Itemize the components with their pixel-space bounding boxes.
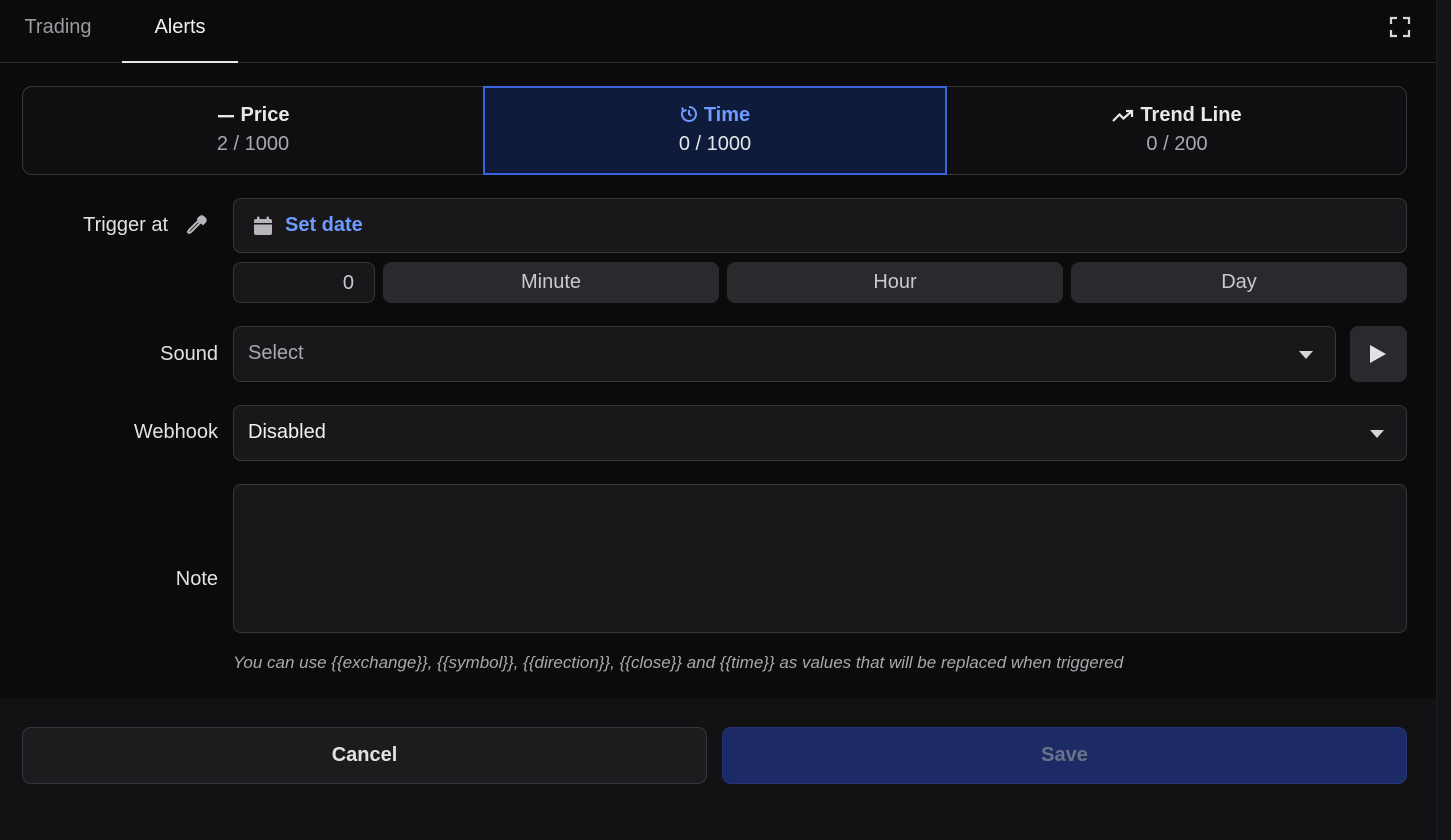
eyedropper-icon[interactable] [185,213,209,237]
sound-label: Sound [160,343,218,365]
cancel-button[interactable]: Cancel [22,727,707,784]
set-date-button[interactable]: Set date [233,198,1407,253]
trending-up-icon [1112,109,1134,122]
alert-type-price-label: Price [240,104,290,126]
alert-type-time-count: 0 / 1000 [678,133,752,155]
play-sound-button[interactable] [1350,326,1407,382]
webhook-label: Webhook [133,421,218,443]
offset-value-input[interactable]: 0 [233,262,375,303]
set-date-label: Set date [285,214,363,236]
alert-type-trend-count: 0 / 200 [1146,133,1208,155]
alert-type-time[interactable]: Time 0 / 1000 [483,86,947,175]
chevron-down-icon [1299,351,1313,359]
webhook-select-value: Disabled [248,421,326,443]
fullscreen-icon[interactable] [1388,15,1412,39]
webhook-select[interactable]: Disabled [233,405,1407,461]
save-button[interactable]: Save [722,727,1407,784]
unit-minute-button[interactable]: Minute [383,262,719,303]
unit-day-button[interactable]: Day [1071,262,1407,303]
alert-type-trend-line[interactable]: Trend Line 0 / 200 [947,87,1407,174]
alert-type-time-label: Time [703,104,751,126]
alert-type-price-count: 2 / 1000 [216,133,290,155]
timer-icon [680,105,697,122]
sound-select[interactable]: Select [233,326,1336,382]
tab-alerts[interactable]: Alerts [122,0,238,63]
offset-value: 0 [342,272,354,294]
minus-icon [217,115,234,118]
alert-type-selector: Price 2 / 1000 Time 0 / 1000 Trend Line … [22,86,1407,175]
chevron-down-icon [1370,430,1384,438]
trigger-at-label: Trigger at [83,214,168,236]
alert-type-price[interactable]: Price 2 / 1000 [23,87,483,174]
note-label: Note [175,568,218,590]
alerts-panel: Trading Alerts Price 2 / 1000 Time 0 / 1… [0,0,1451,840]
scrollbar[interactable] [1436,0,1451,840]
calendar-icon [254,216,272,235]
unit-hour-button[interactable]: Hour [727,262,1063,303]
alert-type-trend-label: Trend Line [1140,104,1242,126]
sound-select-value: Select [248,342,304,364]
note-textarea[interactable] [233,484,1407,633]
tab-bar: Trading Alerts [0,0,1436,63]
play-icon [1370,345,1386,363]
tab-trading[interactable]: Trading [0,0,116,63]
note-hint: You can use {{exchange}}, {{symbol}}, {{… [233,653,1124,672]
